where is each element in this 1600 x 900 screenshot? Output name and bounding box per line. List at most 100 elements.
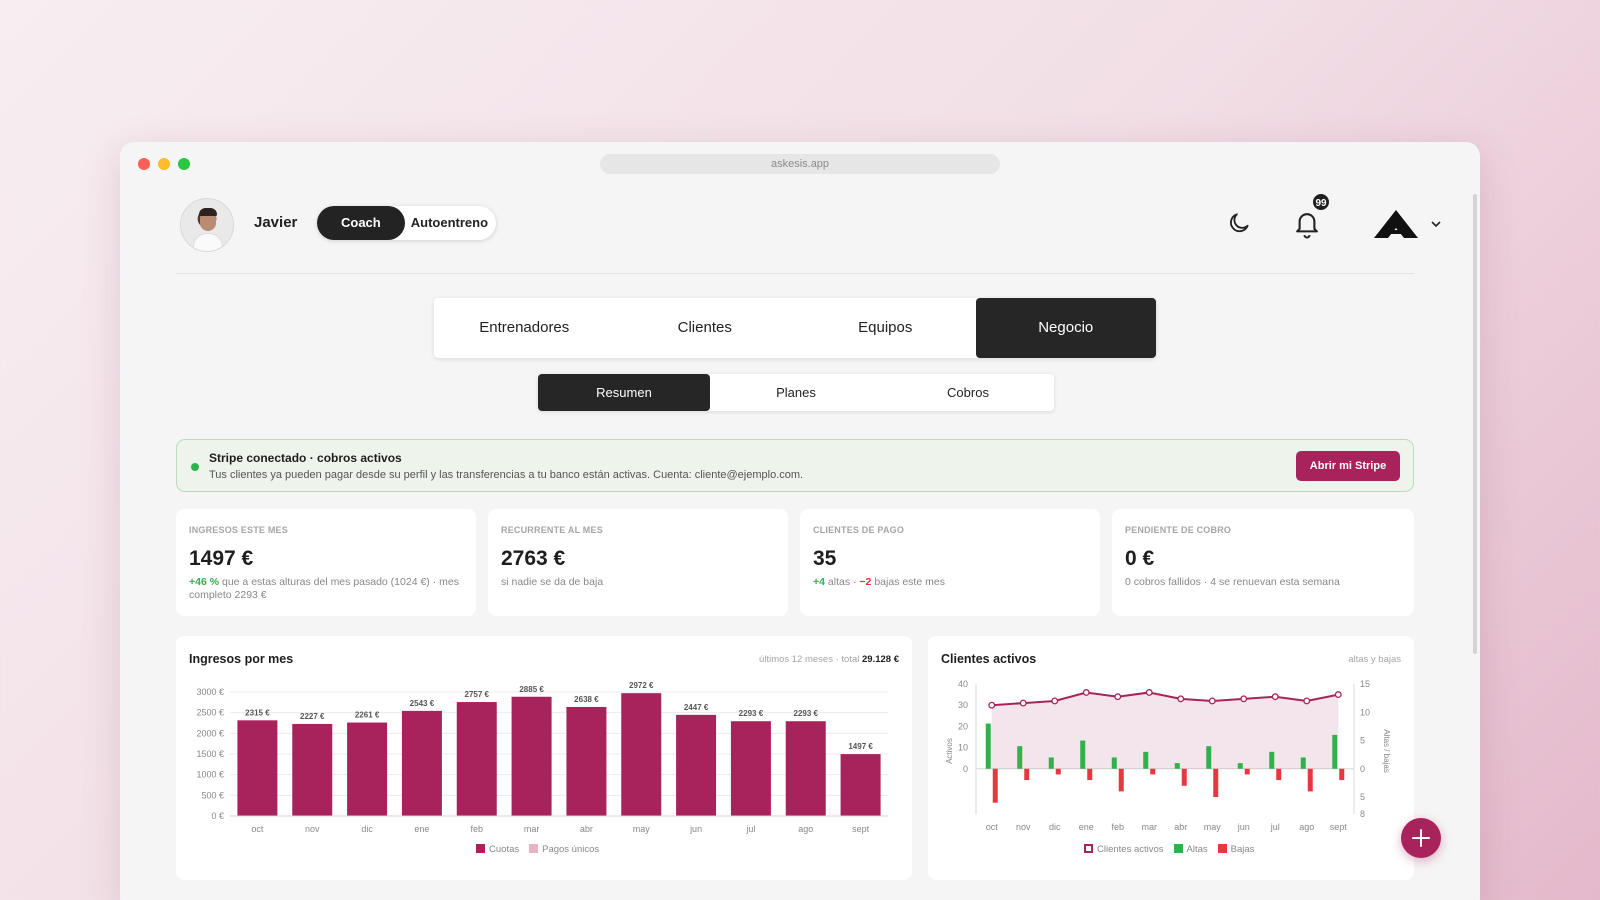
- y-tick-label: 10: [958, 743, 968, 753]
- status-dot-icon: [191, 463, 199, 471]
- x-tick-label: ago: [798, 824, 813, 834]
- bar: [511, 696, 552, 816]
- altas-bar: [1332, 734, 1338, 769]
- chart-legend: Clientes activos Altas Bajas: [1084, 844, 1254, 855]
- mode-coach-button[interactable]: Coach: [317, 206, 405, 240]
- brand-logo-icon[interactable]: [1374, 210, 1418, 238]
- data-label: 2293 €: [794, 709, 819, 718]
- close-window-button[interactable]: [138, 158, 150, 170]
- altas-bar: [1080, 740, 1086, 769]
- bell-icon[interactable]: [1292, 208, 1322, 240]
- clients-chart-card: 40 30 20 10 0 15 10 5 0 5 8 Activos Altas / bajas oct…: [928, 636, 1414, 880]
- y-tick-label: 40: [958, 679, 968, 689]
- chart-meta: altas y bajas: [1348, 654, 1401, 665]
- url-bar[interactable]: askesis.app: [600, 154, 1000, 174]
- legend-item[interactable]: Pagos únicos: [529, 844, 599, 855]
- title-bar: askesis.app: [120, 142, 1480, 184]
- tab-clientes[interactable]: Clientes: [615, 298, 796, 358]
- plus-icon: [1412, 829, 1430, 847]
- open-stripe-button[interactable]: Abrir mi Stripe: [1296, 451, 1400, 481]
- altas-bar: [1300, 757, 1306, 769]
- x-tick-label: jul: [1270, 822, 1280, 832]
- bar: [785, 721, 826, 816]
- altas-bar: [1143, 751, 1149, 769]
- stat-card-ingresos: INGRESOS ESTE MES 1497 € +46 % que a est…: [176, 509, 476, 616]
- mode-autoentreno-button[interactable]: Autoentreno: [405, 206, 496, 240]
- stat-label: PENDIENTE DE COBRO: [1125, 525, 1232, 535]
- chart-title: Ingresos por mes: [189, 652, 294, 666]
- bajas-bar: [1024, 768, 1030, 781]
- data-label: 2885 €: [519, 685, 544, 694]
- active-clients-point: [1114, 693, 1122, 701]
- sub-tabs: Resumen Planes Cobros: [538, 374, 1054, 411]
- x-tick-label: feb: [470, 824, 483, 834]
- tab-negocio[interactable]: Negocio: [975, 298, 1156, 358]
- y2-tick-label: 8: [1360, 809, 1365, 819]
- add-button[interactable]: [1401, 818, 1441, 858]
- main-tabs: Entrenadores Clientes Equipos Negocio: [434, 298, 1156, 358]
- legend-item[interactable]: Clientes activos: [1084, 844, 1164, 855]
- legend-item[interactable]: Altas: [1173, 844, 1208, 855]
- tab-cobros[interactable]: Cobros: [882, 374, 1054, 411]
- chart-title: Clientes activos: [941, 652, 1037, 666]
- x-tick-label: jun: [689, 824, 702, 834]
- data-label: 2315 €: [245, 708, 270, 717]
- x-tick-label: oct: [986, 822, 999, 832]
- stat-label: INGRESOS ESTE MES: [189, 525, 288, 535]
- bajas-bar: [1339, 768, 1345, 781]
- stripe-description: Tus clientes ya pueden pagar desde su pe…: [209, 469, 804, 481]
- x-tick-label: dic: [361, 824, 373, 834]
- user-name: Javier: [254, 214, 298, 231]
- data-label: 2293 €: [739, 709, 764, 718]
- bajas-bar: [1150, 768, 1156, 775]
- maximize-window-button[interactable]: [178, 158, 190, 170]
- y-tick-label: 0: [963, 764, 968, 774]
- x-tick-label: may: [1204, 822, 1222, 832]
- tab-entrenadores[interactable]: Entrenadores: [434, 298, 615, 358]
- stripe-status-banner: Stripe conectado · cobros activos Tus cl…: [176, 439, 1414, 492]
- bajas-bar: [1307, 768, 1313, 792]
- moon-icon[interactable]: [1226, 210, 1252, 236]
- data-label: 2227 €: [300, 712, 325, 721]
- avatar[interactable]: [180, 198, 234, 252]
- altas-bar: [1237, 763, 1243, 769]
- data-label: 2638 €: [574, 695, 599, 704]
- scrollbar[interactable]: [1473, 194, 1477, 654]
- stripe-title: Stripe conectado · cobros activos: [209, 451, 402, 465]
- stat-card-clientes: CLIENTES DE PAGO 35 +4 altas · −2 bajas …: [800, 509, 1100, 616]
- legend-item[interactable]: Bajas: [1217, 844, 1254, 855]
- x-tick-label: sept: [1330, 822, 1348, 832]
- active-clients-point: [1334, 691, 1342, 699]
- x-tick-label: mar: [1142, 822, 1158, 832]
- altas-bar: [1017, 746, 1023, 769]
- bajas-bar: [1181, 768, 1187, 786]
- bar: [566, 706, 607, 816]
- x-tick-label: ene: [1079, 822, 1094, 832]
- app-header: Javier Coach Autoentreno 99: [176, 192, 1441, 274]
- tab-planes[interactable]: Planes: [710, 374, 882, 411]
- stat-value: 1497 €: [189, 547, 254, 570]
- stat-value: 35: [813, 547, 837, 570]
- x-tick-label: oct: [251, 824, 264, 834]
- active-clients-point: [1240, 695, 1248, 703]
- chevron-down-icon[interactable]: [1430, 220, 1442, 228]
- tab-equipos[interactable]: Equipos: [795, 298, 976, 358]
- bajas-bar: [992, 768, 998, 803]
- revenue-chart-card: 3000 € 2500 € 2000 € 1500 € 1000 € 500 € 0 € 23…: [176, 636, 912, 880]
- data-label: 2543 €: [410, 699, 435, 708]
- bar: [676, 714, 717, 816]
- y-tick-label: 0 €: [211, 811, 224, 821]
- y-tick-label: 500 €: [201, 790, 224, 800]
- x-tick-label: sept: [852, 824, 870, 834]
- bar: [456, 702, 497, 816]
- y2-tick-label: 0: [1360, 764, 1365, 774]
- minimize-window-button[interactable]: [158, 158, 170, 170]
- active-clients-point: [1082, 689, 1090, 696]
- tab-resumen[interactable]: Resumen: [538, 374, 710, 411]
- altas-bar: [1048, 757, 1054, 769]
- stat-label: RECURRENTE AL MES: [501, 525, 603, 535]
- legend-item[interactable]: Cuotas: [476, 844, 519, 855]
- altas-bar: [985, 723, 991, 769]
- bajas-bar: [1213, 768, 1219, 798]
- x-tick-label: dic: [1049, 822, 1061, 832]
